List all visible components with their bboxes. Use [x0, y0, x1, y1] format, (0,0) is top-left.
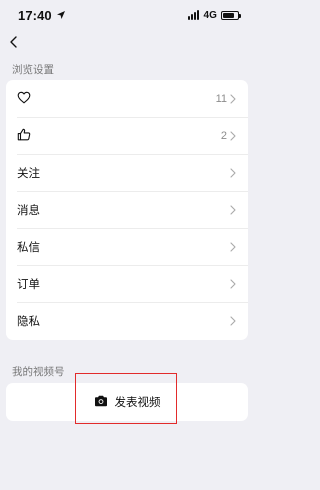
heart-icon	[17, 91, 31, 107]
row-right	[230, 241, 236, 252]
back-button[interactable]	[6, 34, 20, 54]
row-right: 11	[216, 93, 236, 105]
row-right	[230, 315, 236, 326]
publish-video-label: 发表视频	[114, 397, 161, 409]
video-channel-card: 发表视频	[6, 383, 248, 421]
browse-settings-card: 11 2 关注 消息 私信 订单 隐私	[6, 80, 248, 340]
settings-row-private-messages[interactable]: 私信	[6, 228, 248, 265]
battery-icon	[221, 10, 241, 20]
row-right: 2	[221, 130, 236, 142]
section-title-my-video-channel: 我的视频号	[12, 366, 65, 378]
settings-row-messages[interactable]: 消息	[6, 191, 248, 228]
status-left: 17:40	[18, 8, 66, 23]
row-left: 关注	[17, 165, 40, 181]
row-count: 11	[215, 92, 227, 105]
settings-row-follow[interactable]: 关注	[6, 154, 248, 191]
settings-row-thumbs-up[interactable]: 2	[6, 117, 248, 154]
row-label: 私信	[17, 241, 40, 254]
row-left: 隐私	[17, 313, 40, 329]
row-count: 2	[220, 129, 227, 142]
status-bar: 17:40 4G	[0, 0, 253, 30]
row-right	[230, 167, 236, 178]
thumbs-up-icon	[17, 128, 31, 144]
settings-row-privacy[interactable]: 隐私	[6, 302, 248, 339]
chevron-left-icon	[9, 35, 17, 53]
row-label: 订单	[17, 278, 40, 291]
row-left	[17, 91, 31, 107]
settings-row-orders[interactable]: 订单	[6, 265, 248, 302]
chevron-right-icon	[230, 315, 236, 326]
row-right	[230, 204, 236, 215]
row-label: 隐私	[17, 315, 40, 328]
section-title-browse-settings: 浏览设置	[12, 64, 54, 76]
row-left: 订单	[17, 276, 40, 292]
row-right	[230, 278, 236, 289]
chevron-right-icon	[230, 167, 236, 178]
location-arrow-icon	[56, 8, 66, 23]
settings-row-likes-heart[interactable]: 11	[6, 80, 248, 117]
chevron-right-icon	[230, 241, 236, 252]
row-label: 消息	[17, 204, 40, 217]
chevron-right-icon	[230, 93, 236, 104]
signal-icon	[188, 10, 200, 20]
chevron-right-icon	[230, 278, 236, 289]
chevron-right-icon	[230, 204, 236, 215]
row-left: 私信	[17, 239, 40, 255]
publish-video-button[interactable]: 发表视频	[94, 392, 161, 412]
status-time: 17:40	[18, 7, 52, 23]
row-left: 消息	[17, 202, 40, 218]
network-type: 4G	[203, 9, 217, 21]
camera-icon	[94, 395, 108, 410]
chevron-right-icon	[230, 130, 236, 141]
status-right: 4G	[188, 9, 241, 21]
battery-level	[223, 12, 235, 18]
row-label: 关注	[17, 167, 40, 180]
row-left	[17, 128, 31, 144]
